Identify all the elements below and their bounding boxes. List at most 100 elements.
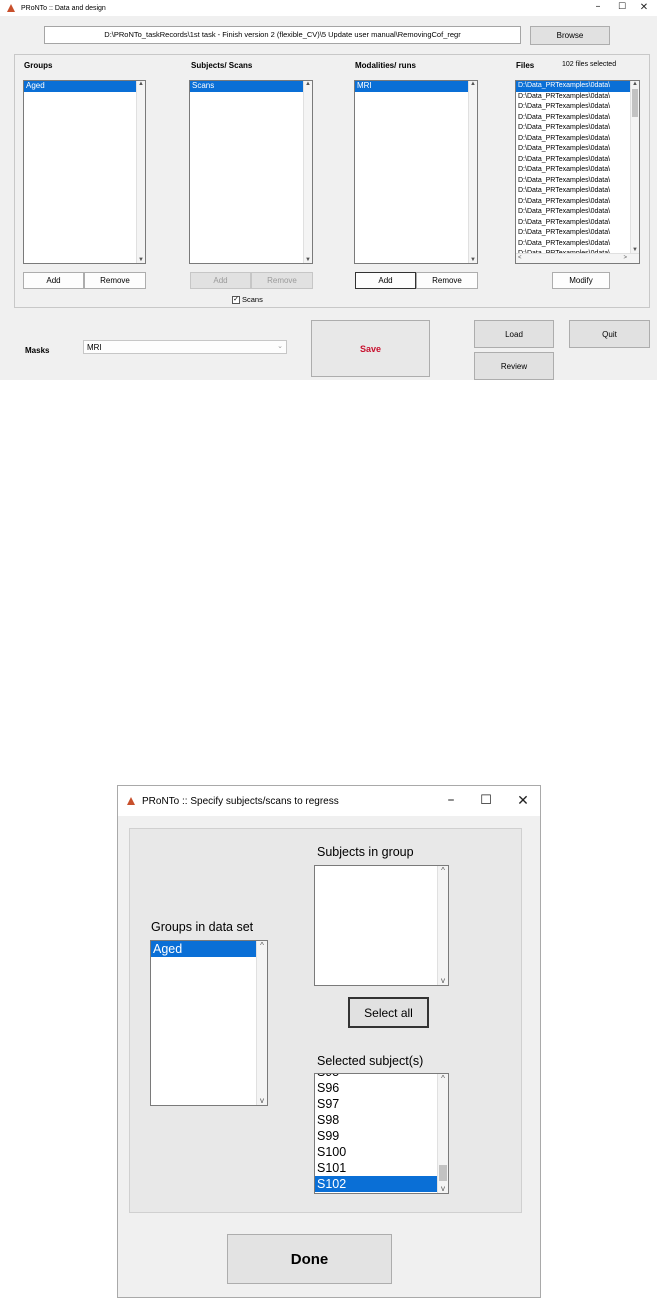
- groups-scrollbar[interactable]: ▲ ▼: [136, 81, 145, 263]
- done-label: Done: [290, 1250, 329, 1268]
- files-hscrollbar[interactable]: < >: [516, 253, 639, 263]
- list-item[interactable]: Aged: [24, 81, 136, 92]
- list-item[interactable]: D:\Data_PRTexamples\0data\: [516, 81, 632, 92]
- scroll-down-icon[interactable]: ▼: [304, 257, 312, 263]
- save-button[interactable]: Save: [311, 320, 430, 377]
- select-all-button[interactable]: Select all: [348, 997, 429, 1028]
- pronto-app-icon: [126, 796, 136, 806]
- subjects-in-group-list[interactable]: ^ v: [314, 865, 449, 986]
- quit-button[interactable]: Quit: [569, 320, 650, 348]
- files-items: D:\Data_PRTexamples\0data\ D:\Data_PRTexa…: [516, 81, 632, 263]
- files-list[interactable]: D:\Data_PRTexamples\0data\ D:\Data_PRTexa…: [515, 80, 640, 264]
- list-item[interactable]: D:\Data_PRTexamples\0data\: [516, 197, 632, 208]
- checkbox-checked-icon[interactable]: ✓: [232, 295, 240, 304]
- modalities-header: Modalities/ runs: [355, 61, 416, 70]
- list-item[interactable]: D:\Data_PRTexamples\0data\: [516, 218, 632, 229]
- modalities-add-button[interactable]: Add: [355, 272, 416, 289]
- scroll-left-icon[interactable]: <: [518, 255, 522, 261]
- modify-button[interactable]: Modify: [552, 272, 610, 289]
- list-item[interactable]: D:\Data_PRTexamples\0data\: [516, 123, 632, 134]
- list-item[interactable]: D:\Data_PRTexamples\0data\: [516, 92, 632, 103]
- groups-remove-button[interactable]: Remove: [84, 272, 146, 289]
- scroll-down-icon[interactable]: ▼: [137, 257, 145, 263]
- groups-scrollbar[interactable]: ^ v: [256, 941, 267, 1105]
- list-item[interactable]: S99: [315, 1128, 438, 1144]
- selected-subjects-list[interactable]: S95S96S97S98S99S100S101S102 ^ v: [314, 1073, 449, 1194]
- list-item[interactable]: S97: [315, 1096, 438, 1112]
- files-scrollbar[interactable]: ▲ ▼: [630, 81, 639, 253]
- groups-list[interactable]: Aged ▲ ▼: [23, 80, 146, 264]
- list-item[interactable]: D:\Data_PRTexamples\0data\: [516, 155, 632, 166]
- list-item[interactable]: S95: [315, 1074, 438, 1080]
- save-label: Save: [359, 343, 382, 354]
- subjects-scrollbar[interactable]: ▲ ▼: [303, 81, 312, 263]
- list-item[interactable]: S96: [315, 1080, 438, 1096]
- list-item[interactable]: S102: [315, 1176, 438, 1192]
- scroll-up-icon[interactable]: ^: [438, 866, 448, 875]
- modalities-list[interactable]: MRI ▲ ▼: [354, 80, 478, 264]
- masks-select[interactable]: MRI ⌄: [83, 340, 287, 354]
- scroll-right-icon[interactable]: >: [623, 255, 627, 261]
- list-item[interactable]: S98: [315, 1112, 438, 1128]
- scroll-up-icon[interactable]: ^: [257, 941, 267, 950]
- maximize-icon[interactable]: ☐: [477, 786, 495, 816]
- list-item[interactable]: MRI: [355, 81, 468, 92]
- subjects-list[interactable]: Scans ▲ ▼: [189, 80, 313, 264]
- done-button[interactable]: Done: [227, 1234, 392, 1284]
- subjects-in-group-label: Subjects in group: [317, 845, 414, 859]
- selected-scrollbar[interactable]: ^ v: [437, 1074, 448, 1193]
- modalities-scrollbar[interactable]: ▲ ▼: [468, 81, 477, 263]
- list-item[interactable]: Scans: [190, 81, 303, 92]
- scroll-down-icon[interactable]: ▼: [469, 257, 477, 263]
- list-item[interactable]: D:\Data_PRTexamples\0data\: [516, 186, 632, 197]
- path-field[interactable]: D:\PRoNTo_taskRecords\1st task - Finish …: [44, 26, 521, 44]
- chevron-down-icon[interactable]: ⌄: [277, 342, 283, 350]
- list-item[interactable]: D:\Data_PRTexamples\0data\: [516, 207, 632, 218]
- files-header: Files: [516, 61, 535, 70]
- browse-button[interactable]: Browse: [530, 26, 610, 45]
- scans-checkbox-label: Scans: [242, 295, 263, 304]
- subjects-remove-button[interactable]: Remove: [251, 272, 313, 289]
- list-item[interactable]: S101: [315, 1160, 438, 1176]
- scroll-up-icon[interactable]: ▲: [304, 81, 312, 87]
- title-bar: PRoNTo :: Specify subjects/scans to regr…: [118, 786, 540, 816]
- subjects-header: Subjects/ Scans: [191, 61, 253, 70]
- groups-add-button[interactable]: Add: [23, 272, 84, 289]
- window-title: PRoNTo :: Data and design: [21, 4, 106, 12]
- scroll-down-icon[interactable]: v: [257, 1096, 267, 1105]
- list-item[interactable]: D:\Data_PRTexamples\0data\: [516, 165, 632, 176]
- scroll-thumb[interactable]: [439, 1165, 447, 1181]
- subjects-add-button[interactable]: Add: [190, 272, 251, 289]
- list-item[interactable]: D:\Data_PRTexamples\0data\: [516, 102, 632, 113]
- files-count: 102 files selected: [562, 61, 617, 68]
- modalities-remove-button[interactable]: Remove: [416, 272, 478, 289]
- close-icon[interactable]: ✕: [514, 786, 532, 816]
- selected-items: S95S96S97S98S99S100S101S102: [315, 1074, 438, 1192]
- list-item[interactable]: Aged: [151, 941, 257, 957]
- list-item[interactable]: D:\Data_PRTexamples\0data\: [516, 239, 632, 250]
- maximize-icon[interactable]: ☐: [614, 0, 630, 15]
- subjects-scrollbar[interactable]: ^ v: [437, 866, 448, 985]
- review-button[interactable]: Review: [474, 352, 554, 380]
- scroll-up-icon[interactable]: ^: [438, 1074, 448, 1083]
- close-icon[interactable]: ✕: [636, 0, 652, 15]
- list-item[interactable]: S100: [315, 1144, 438, 1160]
- list-item[interactable]: D:\Data_PRTexamples\0data\: [516, 113, 632, 124]
- scroll-down-icon[interactable]: v: [438, 1184, 448, 1193]
- minimize-icon[interactable]: –: [442, 786, 460, 814]
- scroll-up-icon[interactable]: ▲: [631, 81, 639, 87]
- scans-checkbox[interactable]: ✓ Scans: [232, 295, 263, 304]
- minimize-icon[interactable]: –: [590, 0, 606, 14]
- selected-subjects-label: Selected subject(s): [317, 1054, 424, 1068]
- list-item[interactable]: D:\Data_PRTexamples\0data\: [516, 134, 632, 145]
- title-bar: PRoNTo :: Data and design – ☐ ✕: [0, 0, 657, 16]
- load-button[interactable]: Load: [474, 320, 554, 348]
- scroll-up-icon[interactable]: ▲: [469, 81, 477, 87]
- list-item[interactable]: D:\Data_PRTexamples\0data\: [516, 228, 632, 239]
- scroll-down-icon[interactable]: v: [438, 976, 448, 985]
- list-item[interactable]: D:\Data_PRTexamples\0data\: [516, 176, 632, 187]
- list-item[interactable]: D:\Data_PRTexamples\0data\: [516, 144, 632, 155]
- groups-in-data-set-list[interactable]: Aged ^ v: [150, 940, 268, 1106]
- scroll-thumb[interactable]: [632, 89, 638, 117]
- scroll-up-icon[interactable]: ▲: [137, 81, 145, 87]
